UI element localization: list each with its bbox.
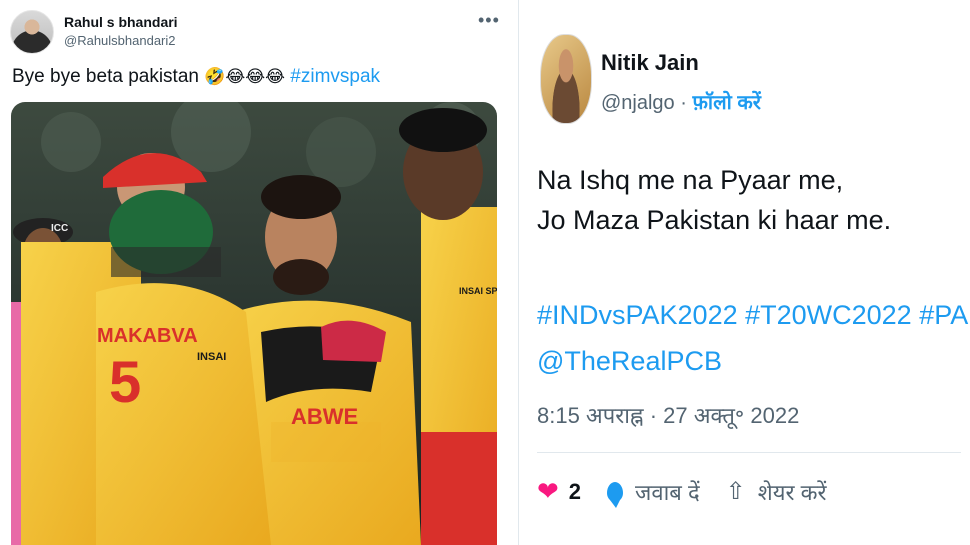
tweet-body-line-1: Na Ishq me na Pyaar me, xyxy=(537,165,844,195)
photo-jersey-number: 5 xyxy=(109,350,141,415)
author-name[interactable]: Nitik Jain xyxy=(601,50,699,76)
author-name[interactable]: Rahul s bhandari xyxy=(64,14,178,30)
more-dots-icon[interactable]: ••• xyxy=(478,10,500,31)
photo-sponsor-1: INSAI xyxy=(197,351,226,363)
author-avatar[interactable] xyxy=(540,34,592,124)
hashtag-links[interactable]: #INDvsPAK2022 #T20WC2022 #PAKvsZIM xyxy=(537,292,970,338)
divider xyxy=(537,452,961,453)
tweet-photo[interactable]: ABWE MAKABVA 5 INSAI INSAI SPORT ICC xyxy=(11,102,497,545)
author-handle[interactable]: @njalgo xyxy=(601,92,675,114)
reply-button[interactable]: जवाब दें xyxy=(607,477,700,508)
emoji-laugh: 🤣😂😂😂 xyxy=(204,67,286,87)
tweet-timestamp[interactable]: 8:15 अपराह्न · 27 अक्तू॰ 2022 xyxy=(537,400,799,430)
like-button[interactable]: ❤ 2 xyxy=(537,476,581,507)
action-bar: ❤ 2 जवाब दें ⇧ शेयर करें xyxy=(537,476,853,508)
mention-link[interactable]: @TheRealPCB xyxy=(537,338,970,384)
heart-icon: ❤ xyxy=(537,476,559,506)
tweet-card-left: Rahul s bhandari @Rahulsbhandari2 ••• By… xyxy=(0,0,510,545)
separator-dot: · xyxy=(674,92,693,114)
photo-sponsor-2: INSAI SPORT xyxy=(459,286,497,296)
like-count: 2 xyxy=(568,478,582,504)
tweet-card-right: Nitik Jain @njalgo · फ़ॉलो करें Na Ishq … xyxy=(518,0,970,545)
author-avatar[interactable] xyxy=(10,10,54,54)
reply-bubble-icon xyxy=(607,481,624,508)
tweet-text: Bye bye beta pakistan 🤣😂😂😂 #zimvspak xyxy=(12,66,380,88)
photo-jersey-name: MAKABVA xyxy=(97,325,198,347)
share-button[interactable]: ⇧ शेयर करें xyxy=(726,477,827,507)
share-label: शेयर करें xyxy=(757,479,827,505)
author-handle[interactable]: @Rahulsbhandari2 xyxy=(64,33,176,48)
author-handle-row: @njalgo · फ़ॉलो करें xyxy=(601,88,761,115)
follow-button[interactable]: फ़ॉलो करें xyxy=(692,92,760,114)
tweet-body: Na Ishq me na Pyaar me, Jo Maza Pakistan… xyxy=(537,160,891,240)
tweet-text-body: Bye bye beta pakistan xyxy=(12,66,199,87)
reply-label: जवाब दें xyxy=(635,479,700,505)
tweet-body-line-2: Jo Maza Pakistan ki haar me. xyxy=(537,205,892,235)
share-icon: ⇧ xyxy=(725,478,746,505)
photo-chest-word: ABWE xyxy=(291,404,358,429)
tweet-links: #INDvsPAK2022 #T20WC2022 #PAKvsZIM @TheR… xyxy=(537,292,970,384)
photo-cap-logo: ICC xyxy=(51,223,68,234)
hashtag-link[interactable]: #zimvspak xyxy=(290,66,380,87)
